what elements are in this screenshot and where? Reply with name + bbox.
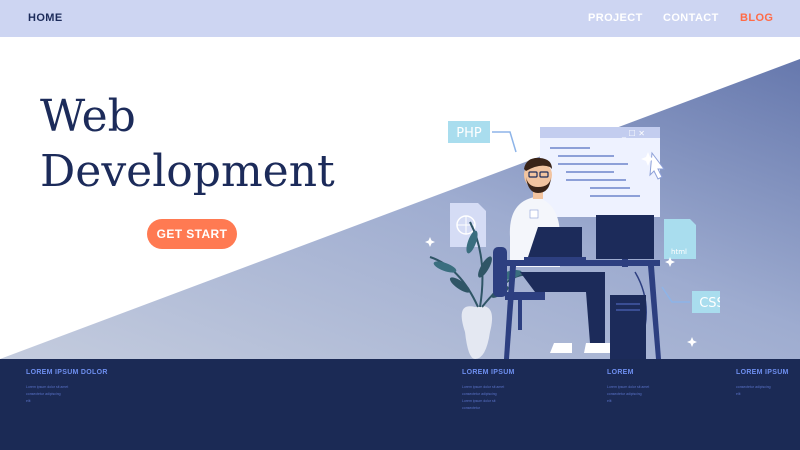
pc-tower-graphic: [610, 295, 646, 359]
footer-link[interactable]: consectetur adipiscing: [736, 384, 789, 391]
footer-link[interactable]: elit: [26, 398, 108, 405]
html-file-icon: html: [664, 219, 696, 259]
hero-section: Web Development GET START _ ☐ ✕ PHP html…: [0, 37, 800, 359]
footer-link[interactable]: elit: [736, 391, 789, 398]
footer-link[interactable]: Lorem ipsum dolor sit amet: [462, 384, 515, 391]
nav-project-link[interactable]: PROJECT: [588, 12, 643, 24]
footer-column-1: LOREM IPSUM DOLOR Lorem ipsum dolor sit …: [26, 369, 108, 405]
footer-link[interactable]: Lorem ipsum dolor sit amet: [607, 384, 649, 391]
code-window-graphic: _ ☐ ✕: [540, 127, 665, 217]
nav-home-link[interactable]: HOME: [28, 12, 63, 24]
footer-link[interactable]: consectetur adipiscing: [607, 391, 649, 398]
hero-title-line-2: Development: [40, 146, 335, 197]
monitor-graphic: [596, 215, 654, 267]
top-navigation-bar: HOME PROJECT CONTACT BLOG: [0, 0, 800, 37]
css-tag-icon: CSS: [661, 286, 720, 313]
hero-title: Web Development: [40, 89, 335, 199]
css-label: CSS: [699, 296, 720, 311]
hero-title-line-1: Web: [40, 91, 136, 142]
nav-blog-link[interactable]: BLOG: [740, 12, 773, 24]
footer-link[interactable]: consectetur adipiscing: [26, 391, 108, 398]
developer-illustration: _ ☐ ✕ PHP html CS: [425, 121, 720, 359]
footer-column-heading: LOREM: [607, 369, 634, 376]
footer-column-heading: LOREM IPSUM: [736, 369, 789, 376]
footer-column-4: LOREM IPSUM consectetur adipiscing elit: [736, 369, 789, 398]
footer-link[interactable]: consectetur: [462, 405, 515, 412]
footer-column-heading: LOREM IPSUM DOLOR: [26, 369, 108, 376]
nav-contact-link[interactable]: CONTACT: [663, 12, 719, 24]
footer-column-2: LOREM IPSUM Lorem ipsum dolor sit amet c…: [462, 369, 515, 412]
footer-column-3: LOREM Lorem ipsum dolor sit amet consect…: [607, 369, 649, 405]
footer-link[interactable]: Lorem ipsum dolor sit amet: [26, 384, 108, 391]
web-file-icon: [450, 203, 486, 247]
html-label: html: [671, 248, 687, 256]
footer-link[interactable]: Lorem ipsum dolor sit: [462, 398, 515, 405]
footer-link[interactable]: elit: [607, 398, 649, 405]
svg-text:_ ☐ ✕: _ ☐ ✕: [621, 129, 645, 138]
footer-link[interactable]: consectetur adipiscing: [462, 391, 515, 398]
php-tag-icon: PHP: [448, 121, 517, 153]
get-start-button[interactable]: GET START: [147, 219, 237, 249]
php-label: PHP: [456, 126, 482, 141]
footer-column-heading: LOREM IPSUM: [462, 369, 515, 376]
footer: LOREM IPSUM DOLOR Lorem ipsum dolor sit …: [0, 359, 800, 450]
